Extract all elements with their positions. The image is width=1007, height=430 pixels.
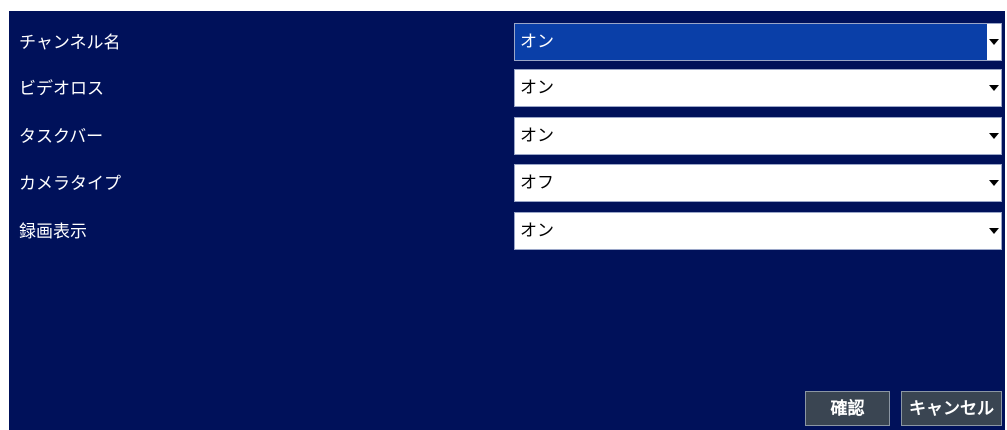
label-camera-type: カメラタイプ (19, 174, 121, 194)
label-video-loss: ビデオロス (19, 79, 104, 99)
label-channel-name: チャンネル名 (19, 33, 121, 53)
chevron-down-icon[interactable] (987, 213, 1001, 249)
chevron-down-icon[interactable] (987, 165, 1001, 201)
video-loss-value: オン (520, 78, 554, 98)
video-loss-select[interactable]: オン (514, 69, 1002, 107)
chevron-down-icon[interactable] (987, 24, 1001, 60)
taskbar-select[interactable]: オン (514, 117, 1002, 155)
recording-display-select[interactable]: オン (514, 212, 1002, 250)
channel-name-select[interactable]: オン (514, 23, 1002, 61)
settings-panel: チャンネル名 オン ビデオロス オン タスクバー オン カメラタイプ オフ 録画… (9, 11, 1005, 430)
label-taskbar: タスクバー (19, 127, 104, 147)
chevron-down-icon[interactable] (987, 70, 1001, 106)
cancel-button[interactable]: キャンセル (901, 391, 1002, 426)
camera-type-value: オフ (520, 173, 554, 193)
label-recording-display: 録画表示 (19, 222, 87, 242)
chevron-down-icon[interactable] (987, 118, 1001, 154)
confirm-button[interactable]: 確認 (805, 391, 890, 426)
channel-name-value: オン (520, 32, 554, 52)
taskbar-value: オン (520, 126, 554, 146)
recording-display-value: オン (520, 221, 554, 241)
camera-type-select[interactable]: オフ (514, 164, 1002, 202)
